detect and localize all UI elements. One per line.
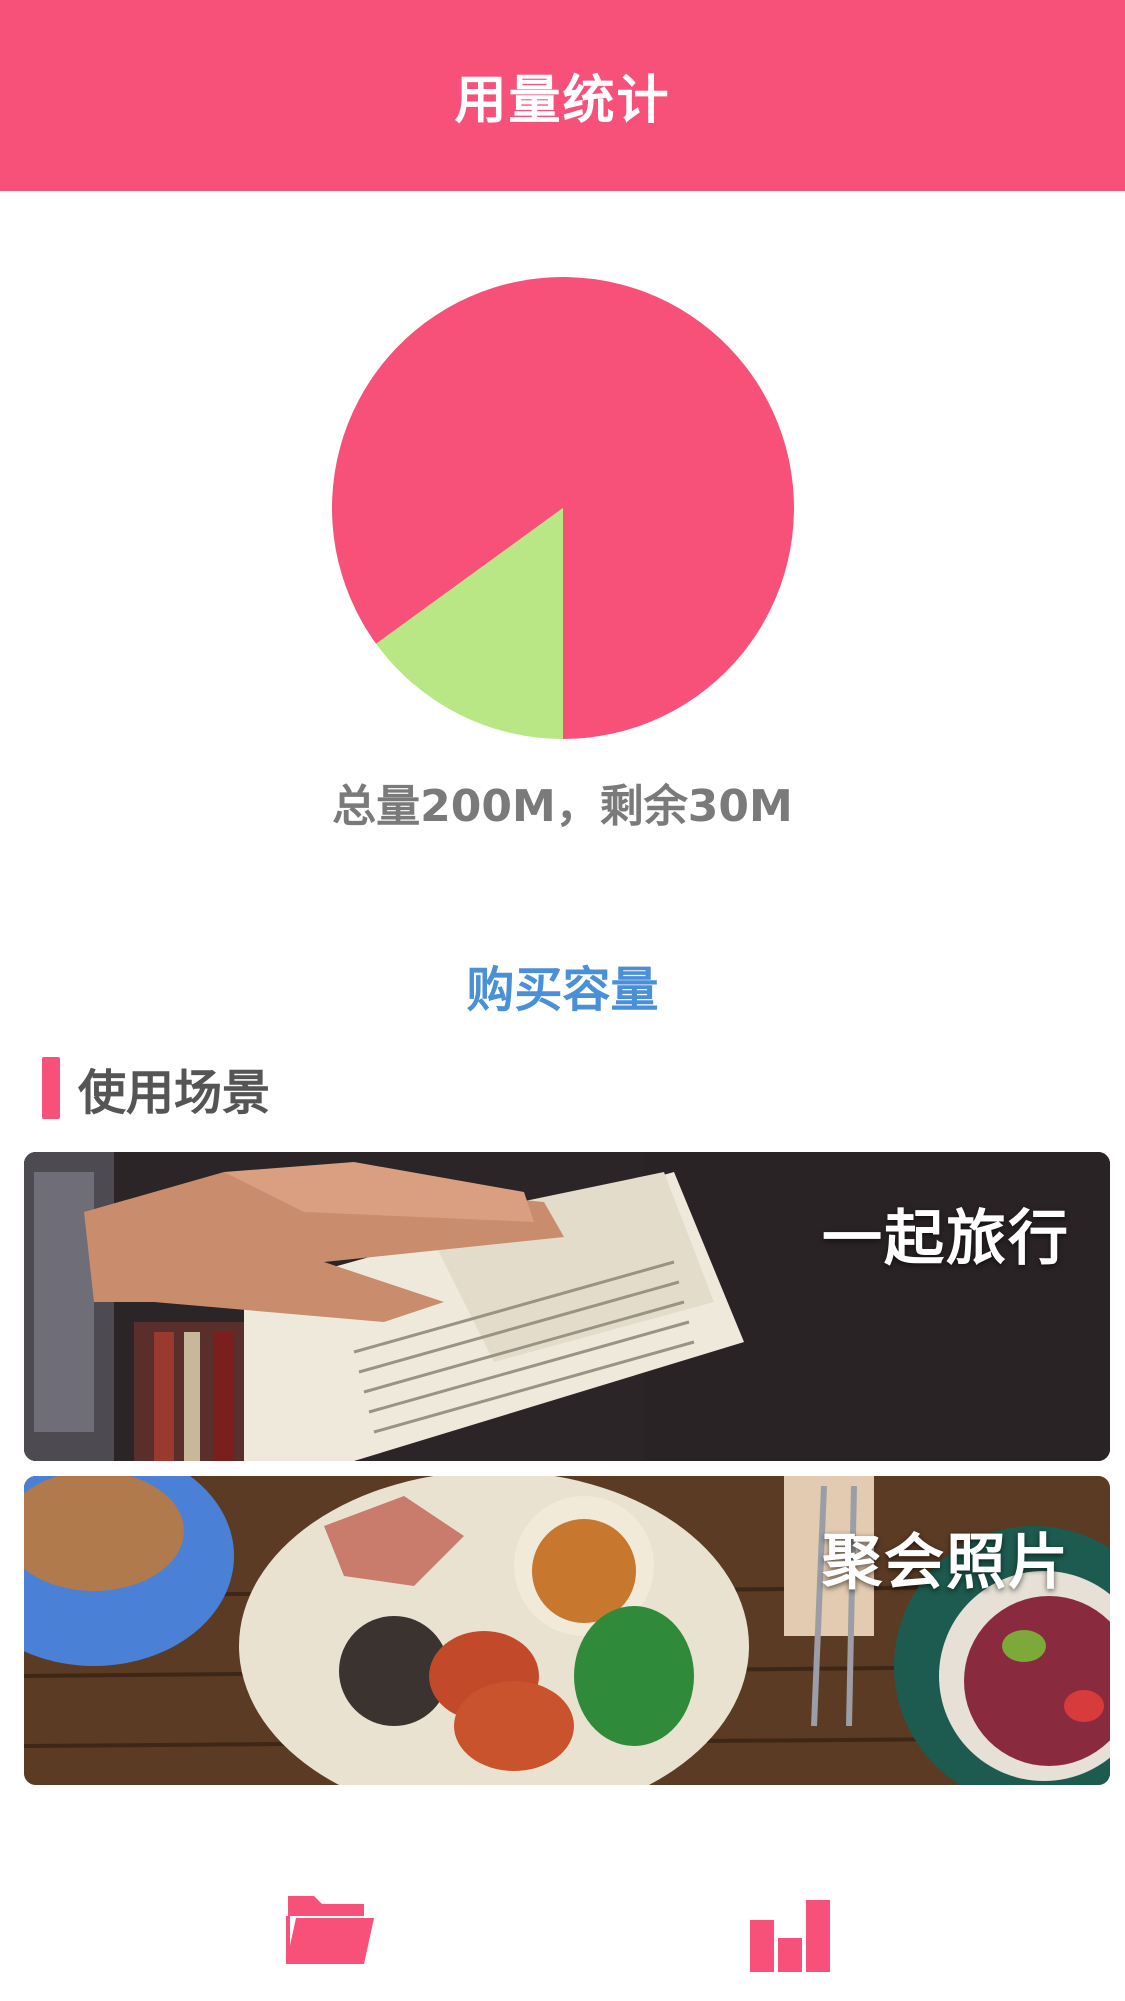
scenes-section-header: 使用场景 xyxy=(42,1057,270,1121)
usage-pie-chart xyxy=(332,277,794,739)
section-accent-bar xyxy=(42,1057,60,1119)
bar-chart-icon xyxy=(750,1900,830,1972)
buy-capacity-link[interactable]: 购买容量 xyxy=(0,950,1125,1020)
app-header: 用量统计 xyxy=(0,0,1125,191)
scenes-section-title: 使用场景 xyxy=(78,1065,271,1121)
tab-statistics[interactable] xyxy=(740,1878,840,1978)
scene-card-label: 聚会照片 xyxy=(822,1528,1070,1598)
pie-svg xyxy=(332,277,794,739)
scene-card-travel[interactable]: 一起旅行 xyxy=(24,1152,1110,1461)
page-title: 用量统计 xyxy=(454,71,671,131)
scene-card-party[interactable]: 聚会照片 xyxy=(24,1476,1110,1785)
folder-icon xyxy=(286,1896,374,1964)
bottom-tab-bar xyxy=(0,1860,1125,2001)
usage-summary: 总量200M，剩余30M xyxy=(332,781,793,832)
scene-card-label: 一起旅行 xyxy=(822,1204,1070,1274)
tab-files[interactable] xyxy=(280,1878,380,1978)
